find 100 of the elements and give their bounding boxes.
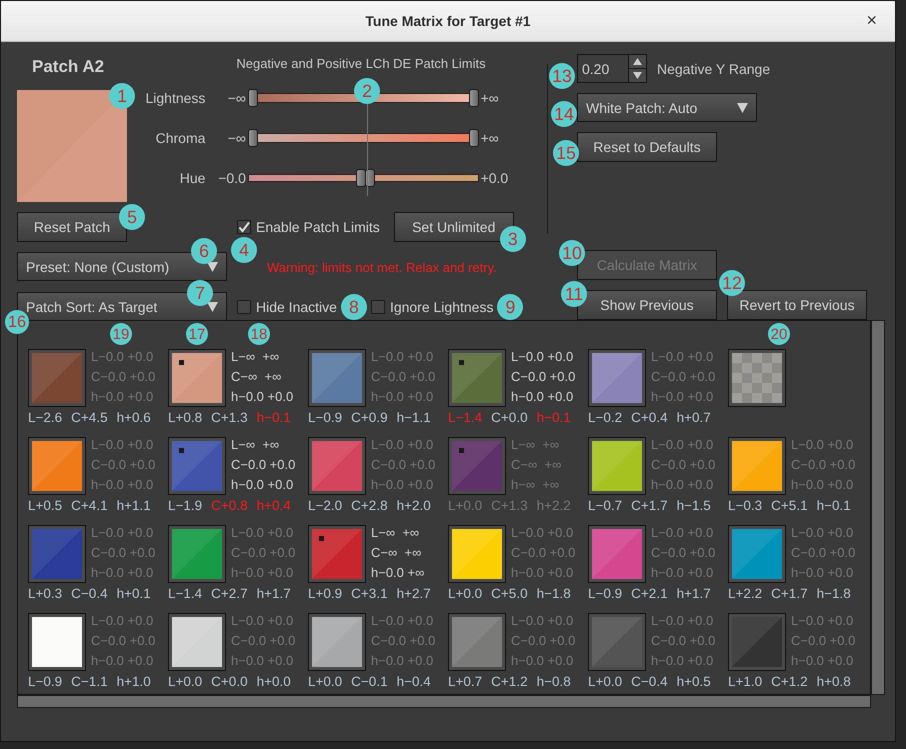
slider-min-label: −∞ [226,130,247,146]
limit-text: h−0.0 +0.0 [511,388,574,406]
increment-button[interactable] [629,55,646,68]
delta-value: L+0.9 [308,586,342,600]
checkbox-label[interactable]: Enable Patch Limits [237,219,380,235]
limit-text: L−0.0 +0.0 [231,524,294,542]
delta-value: h−0.1 [256,410,291,424]
range-slider[interactable] [248,168,479,188]
number-marker: 20 [768,323,790,345]
limit-text: h−0.0 +0.0 [91,388,154,406]
slider-min-label: −0.0 [217,170,247,186]
limit-text: C−0.0 +0.0 [511,368,576,386]
limit-text: L−∞ +∞ [231,436,280,454]
delta-value: L−0.9 [308,410,342,424]
limit-text: C−0.0 +0.0 [371,632,436,650]
delta-value: C+2.8 [351,498,388,512]
limit-text: C−∞ +∞ [231,368,282,386]
number-marker: 10 [559,240,585,266]
delta-value: h+0.0 [256,674,291,688]
delta-value: L−0.9 [588,586,622,600]
delta-value: L+0.8 [168,410,202,424]
slider-thumb[interactable] [468,89,479,107]
number-marker: 12 [719,270,745,296]
patch-title: Patch A2 [31,57,106,78]
checkbox-box[interactable] [370,300,385,314]
limit-text: h−0.0 +0.0 [91,564,154,582]
limit-text: h−0.0 +0.0 [651,564,714,582]
delta-value: C+0.0 [211,674,248,688]
scrollbar[interactable] [17,695,871,708]
patch-swatch[interactable] [728,349,786,407]
slider-thumb[interactable] [468,129,479,147]
down-arrow-icon [633,72,642,79]
limit-text: L−0.0 +0.0 [371,612,434,630]
limit-text: L−0.0 +0.0 [651,612,714,630]
delta-value: C+5.1 [771,498,808,512]
button[interactable]: Revert to Previous [727,290,867,320]
limit-text: h−0.0 +0.0 [791,652,854,670]
number-marker: 13 [549,63,575,89]
window-title: Tune Matrix for Target #1 [365,13,531,29]
limit-text: L−0.0 +0.0 [371,348,434,366]
checkbox-box[interactable] [237,300,251,314]
number-marker: 4 [231,237,257,263]
limit-text: L−0.0 +0.0 [91,436,154,454]
slider-label: Hue [178,170,206,186]
limit-text: h−0.0 +0.0 [91,652,154,670]
delta-value: h+0.7 [676,410,711,424]
delta-value: h+0.8 [816,674,851,688]
number-marker: 17 [186,323,208,345]
button[interactable]: Reset Patch [17,212,127,242]
slider-thumb[interactable] [248,129,258,147]
delta-value: L+0.5 [28,498,62,512]
button[interactable]: Reset to Defaults [577,132,717,162]
number-marker: 16 [5,310,29,334]
slider-label: Chroma [154,130,206,146]
check-icon [238,221,250,233]
number-marker: 18 [248,323,270,345]
limit-text: L−0.0 +0.0 [651,524,714,542]
number-marker: 8 [340,294,367,320]
delta-value: C+0.9 [351,410,388,424]
limit-text: L−0.0 +0.0 [791,612,854,630]
scrollbar[interactable] [871,320,885,695]
delta-value: h+2.2 [536,498,571,512]
dropdown[interactable]: White Patch: Auto [577,93,757,122]
limit-text: h−0.0 +0.0 [231,476,294,494]
decrement-button[interactable] [629,68,646,82]
limit-text: C−0.0 +0.0 [791,544,856,562]
delta-value: L−0.2 [588,410,622,424]
limit-text: L−0.0 +0.0 [511,348,574,366]
number-marker: 19 [110,323,132,345]
number-marker: 6 [191,238,217,264]
limit-text: h−0.0 +0.0 [371,476,434,494]
spin-box[interactable]: 0.20 [577,54,647,83]
number-input[interactable]: 0.20 [578,55,628,82]
delta-value: h+0.1 [116,586,151,600]
limit-text: h−0.0 +0.0 [371,652,434,670]
range-slider[interactable] [248,128,479,148]
limit-text: h−0.0 +0.0 [231,652,294,670]
delta-value: h−1.5 [676,498,711,512]
slider-thumb[interactable] [364,169,375,187]
delta-value: C+2.7 [211,586,248,600]
checkbox-box[interactable] [237,220,251,234]
checkbox-label[interactable]: Hide Inactive [237,299,337,315]
delta-value: L+0.0 [308,674,342,688]
slider-thumb[interactable] [356,169,366,187]
warning-text: Warning: limits not met. Relax and retry. [267,260,498,274]
delta-value: h−1.8 [536,586,571,600]
slider-thumb[interactable] [248,89,258,107]
checkbox-label[interactable]: Ignore Lightness [370,299,494,315]
delta-value: h+1.7 [676,586,711,600]
limit-text: C−0.0 +0.0 [91,632,156,650]
number-marker: 14 [551,101,577,127]
caret-icon [737,102,748,112]
delta-value: C+1.3 [211,410,248,424]
delta-value: h−1.1 [396,410,431,424]
limit-text: L−0.0 +0.0 [651,436,714,454]
delta-value: L+0.7 [448,674,482,688]
delta-value: L−0.9 [28,674,62,688]
delta-value: C−0.4 [631,674,668,688]
close-button[interactable]: × [862,10,881,31]
delta-value: L+0.0 [448,498,482,512]
